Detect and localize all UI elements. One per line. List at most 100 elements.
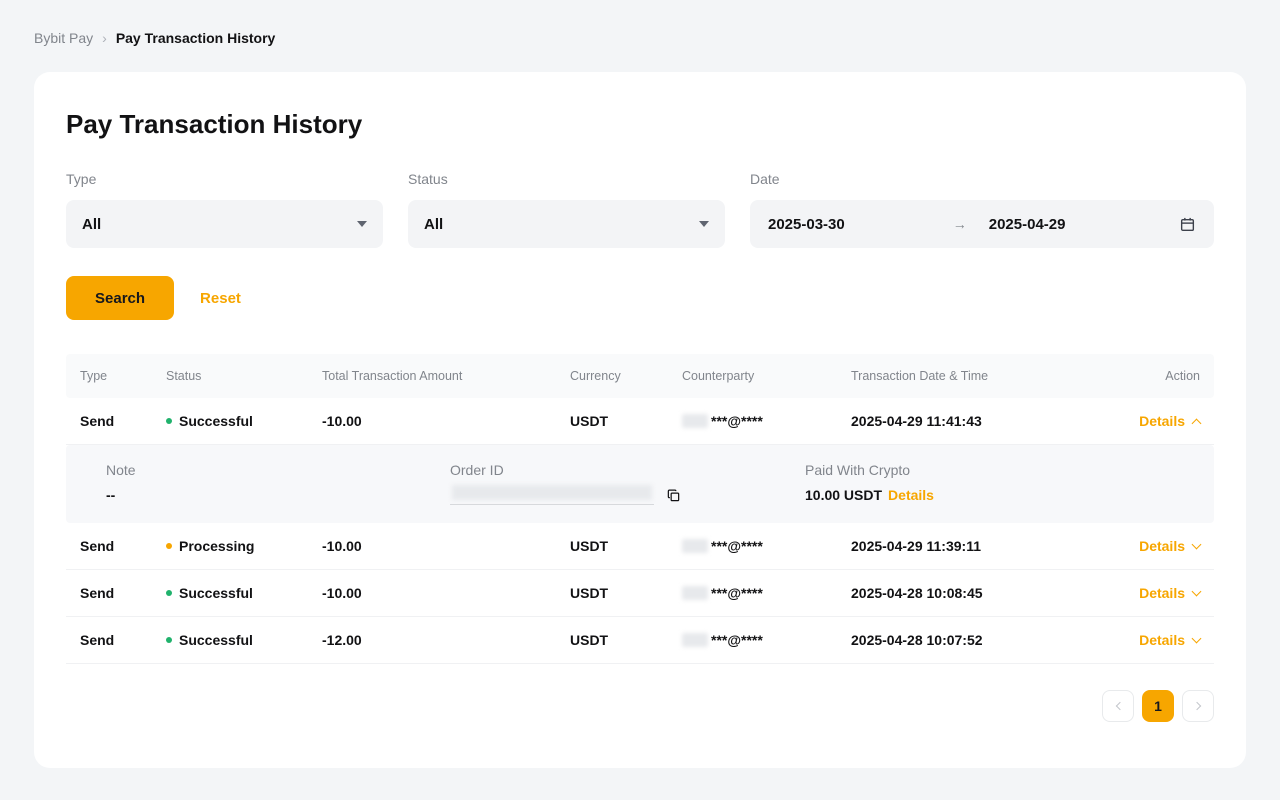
breadcrumb: Bybit Pay › Pay Transaction History [0,0,1280,72]
main-card: Pay Transaction History Type All Status … [34,72,1246,768]
expanded-detail-panel: Note -- Order ID [66,445,1214,523]
type-filter-label: Type [66,170,383,188]
counterparty-text: ***@**** [711,632,763,648]
chevron-down-icon [1192,539,1202,549]
cell-amount: -12.00 [322,632,570,648]
cell-datetime: 2025-04-28 10:08:45 [851,585,1121,601]
type-select-value: All [82,216,101,233]
type-select[interactable]: All [66,200,383,248]
prev-page-button[interactable] [1102,690,1134,722]
status-text: Successful [179,632,253,648]
cell-type: Send [80,585,166,601]
status-select[interactable]: All [408,200,725,248]
header-datetime: Transaction Date & Time [851,369,1121,383]
status-text: Successful [179,413,253,429]
order-id-label: Order ID [450,461,805,479]
cell-currency: USDT [570,585,682,601]
cell-counterparty: ***@**** [682,413,851,429]
chevron-up-icon [1192,419,1202,429]
calendar-icon [1179,216,1196,233]
cell-status: Successful [166,585,322,601]
date-filter-label: Date [750,170,1214,188]
cell-amount: -10.00 [322,413,570,429]
status-text: Successful [179,585,253,601]
header-status: Status [166,369,322,383]
details-label: Details [1139,538,1185,554]
details-toggle[interactable]: Details [1121,632,1200,648]
cell-counterparty: ***@**** [682,632,851,648]
paid-with-crypto-value: 10.00 USDT [805,487,882,503]
status-dot-icon [166,590,172,596]
redacted-text [682,586,708,600]
breadcrumb-current: Pay Transaction History [116,28,276,48]
paid-with-crypto-row: 10.00 USDT Details [805,487,1214,503]
note-value: -- [106,487,450,503]
details-toggle[interactable]: Details [1121,585,1200,601]
chevron-down-icon [1192,586,1202,596]
date-range-picker[interactable]: 2025-03-30 → 2025-04-29 [750,200,1214,248]
redacted-text [682,414,708,428]
cell-type: Send [80,413,166,429]
filter-date: Date 2025-03-30 → 2025-04-29 [750,170,1214,248]
header-type: Type [80,369,166,383]
counterparty-text: ***@**** [711,413,763,429]
status-dot-icon [166,637,172,643]
cell-status: Processing [166,538,322,554]
note-label: Note [106,461,450,479]
page-title: Pay Transaction History [66,108,1214,140]
header-currency: Currency [570,369,682,383]
page-1-button[interactable]: 1 [1142,690,1174,722]
table-header: Type Status Total Transaction Amount Cur… [66,354,1214,398]
table-row: Send Processing -10.00 USDT ***@**** 202… [66,523,1214,570]
cell-datetime: 2025-04-28 10:07:52 [851,632,1121,648]
status-filter-label: Status [408,170,725,188]
details-toggle[interactable]: Details [1121,538,1200,554]
paid-details-link[interactable]: Details [888,487,934,503]
counterparty-text: ***@**** [711,585,763,601]
cell-counterparty: ***@**** [682,538,851,554]
transactions-table: Type Status Total Transaction Amount Cur… [66,354,1214,664]
filter-bar: Type All Status All Date 2025-03-30 → 20… [66,170,1214,248]
cell-currency: USDT [570,632,682,648]
date-start-value: 2025-03-30 [768,216,845,233]
header-amount: Total Transaction Amount [322,369,570,383]
filter-status: Status All [408,170,725,248]
next-page-button[interactable] [1182,690,1214,722]
cell-amount: -10.00 [322,585,570,601]
pagination: 1 [66,690,1214,722]
breadcrumb-separator: › [102,28,107,48]
search-button[interactable]: Search [66,276,174,320]
filter-actions: Search Reset [66,276,1214,320]
chevron-right-icon [1192,702,1200,710]
status-text: Processing [179,538,254,554]
table-row: Send Successful -12.00 USDT ***@**** 202… [66,617,1214,664]
filter-type: Type All [66,170,383,248]
paid-with-crypto-label: Paid With Crypto [805,461,1214,479]
header-counterparty: Counterparty [682,369,851,383]
order-id-section: Order ID [450,461,805,505]
breadcrumb-bybit-pay[interactable]: Bybit Pay [34,28,93,48]
cell-type: Send [80,538,166,554]
cell-counterparty: ***@**** [682,585,851,601]
cell-status: Successful [166,413,322,429]
chevron-down-icon [1192,633,1202,643]
date-end-value: 2025-04-29 [989,216,1066,233]
cell-amount: -10.00 [322,538,570,554]
details-label: Details [1139,632,1185,648]
order-id-row [450,485,805,505]
chevron-left-icon [1115,702,1123,710]
status-dot-icon [166,543,172,549]
status-dot-icon [166,418,172,424]
reset-button[interactable]: Reset [200,290,241,307]
paid-with-crypto-section: Paid With Crypto 10.00 USDT Details [805,461,1214,505]
arrow-right-icon: → [953,216,967,232]
redacted-text [682,539,708,553]
copy-icon[interactable] [666,488,681,503]
cell-currency: USDT [570,413,682,429]
cell-currency: USDT [570,538,682,554]
redacted-text [452,485,652,500]
cell-status: Successful [166,632,322,648]
triangle-down-icon [357,221,367,227]
header-action: Action [1121,369,1200,383]
details-toggle[interactable]: Details [1121,413,1200,429]
